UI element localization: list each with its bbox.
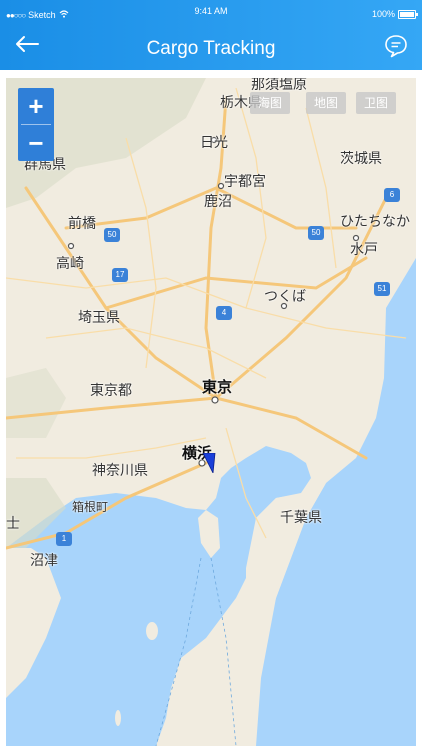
place-label: つくば (264, 288, 306, 304)
place-label: 鹿沼 (204, 193, 232, 209)
place-label: 水戸 (350, 241, 378, 257)
place-label: 東京都 (90, 382, 132, 398)
place-label: 埼玉県 (78, 309, 120, 325)
cargo-marker-icon[interactable] (202, 453, 216, 473)
place-label: 高崎 (56, 255, 84, 271)
map-type-sea-button[interactable]: 海图 (250, 92, 291, 114)
place-label: 千葉県 (280, 509, 322, 525)
status-time: 9:41 AM (194, 6, 228, 16)
route-shield: 50 (104, 228, 120, 242)
route-shield: 51 (374, 282, 390, 296)
route-shield: 6 (384, 188, 400, 202)
place-label: 茨城県 (340, 150, 382, 166)
chat-bubble-icon (385, 35, 407, 58)
route-shield: 1 (56, 532, 72, 546)
battery-info: 100% (371, 9, 418, 19)
header-bar: ●●○○○ Sketch 9:41 AM 100% Cargo Tracking (0, 0, 422, 70)
place-label: 前橋 (68, 215, 96, 231)
battery-percent: 100% (371, 9, 395, 19)
place-label: 士 (6, 515, 20, 531)
map-view[interactable]: 那須塩原 栃木県 日光 宇都宮 鹿沼 群馬県 前橋 高崎 茨城県 ひたちなか 水… (6, 78, 416, 746)
place-label: 東京 (202, 379, 233, 396)
map-base (6, 78, 416, 746)
place-label: ひたちなか (340, 213, 410, 229)
zoom-in-button[interactable]: + (18, 88, 54, 124)
route-shield: 4 (216, 306, 232, 320)
zoom-out-button[interactable]: − (18, 125, 54, 161)
place-label: 日光 (200, 134, 228, 150)
status-bar: ●●○○○ Sketch 9:41 AM 100% (0, 0, 422, 22)
place-label: 宇都宮 (224, 173, 266, 189)
map-type-road-button[interactable]: 地图 (306, 92, 347, 114)
place-label: 沼津 (30, 552, 58, 568)
battery-icon (398, 9, 418, 19)
page-title: Cargo Tracking (146, 38, 276, 59)
map-type-satellite-button[interactable]: 卫图 (356, 92, 397, 114)
place-label: 箱根町 (72, 500, 109, 514)
place-label: 神奈川県 (92, 462, 148, 478)
zoom-controls: + − (18, 88, 54, 161)
route-shield: 17 (112, 268, 128, 282)
chat-button[interactable] (382, 32, 410, 60)
route-shield: 50 (308, 226, 324, 240)
